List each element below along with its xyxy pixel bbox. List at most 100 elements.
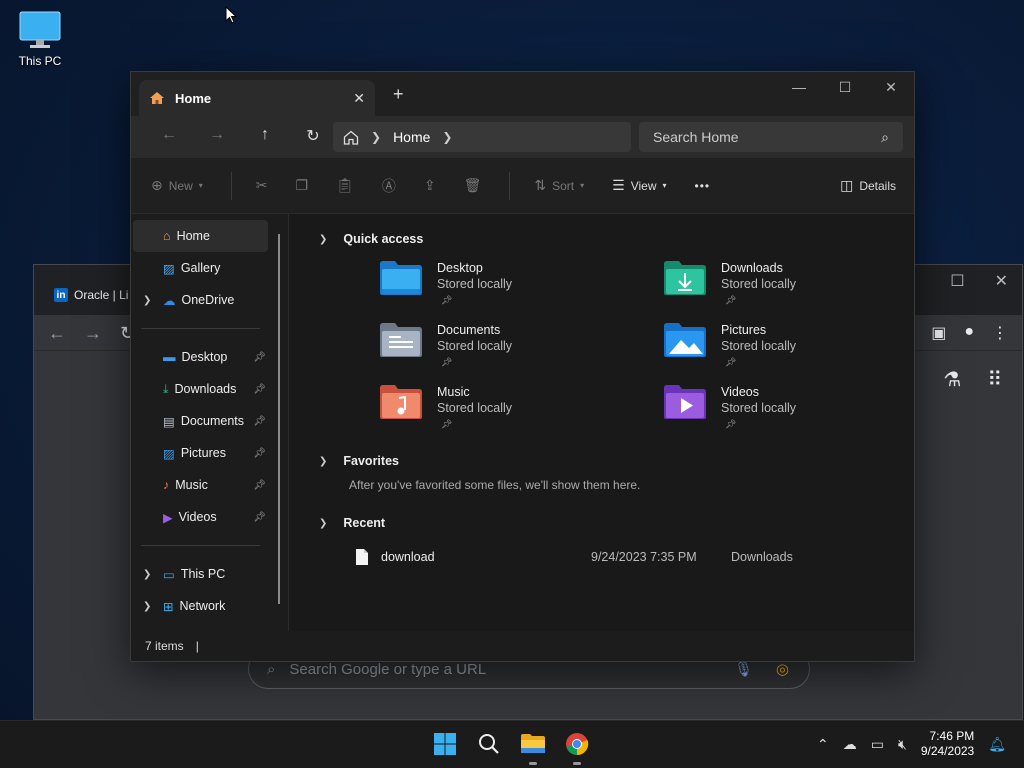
apps-grid-icon[interactable]: ⠿ — [987, 367, 1002, 392]
breadcrumb[interactable]: ❯ Home ❯ — [333, 122, 631, 152]
taskbar-file-explorer[interactable] — [520, 731, 546, 765]
folder-name: Desktop — [437, 261, 483, 275]
videos-folder-icon — [664, 385, 706, 419]
chevron-right-icon: ❯ — [371, 130, 382, 144]
recent-file-row[interactable]: download 9/24/2023 7:35 PM Downloads — [355, 548, 914, 566]
sidebar-item-downloads[interactable]: ⤓ Downloads 📌︎ — [131, 373, 288, 405]
labs-flask-icon[interactable]: ⚗ — [943, 367, 961, 392]
chevron-down-icon: ❯ — [319, 455, 328, 467]
sort-label: Sort — [552, 178, 575, 193]
sidebar-item-videos[interactable]: ▶ Videos 📌︎ — [131, 501, 288, 533]
chrome-window-controls: ☐ ✕ — [950, 271, 1008, 291]
chevron-right-icon[interactable]: ❯ — [143, 569, 151, 580]
quick-access-item-desktop[interactable]: Desktop Stored locally 📌︎ — [379, 260, 663, 320]
close-icon[interactable]: ✕ — [868, 72, 914, 102]
search-icon: ⌕ — [881, 128, 889, 145]
volume-muted-icon[interactable]: 🔇︎ — [898, 736, 907, 753]
menu-kebab-icon[interactable]: ⋮ — [992, 323, 1008, 343]
sidebar-scrollbar[interactable] — [278, 234, 280, 604]
new-label: New — [168, 178, 193, 193]
clock[interactable]: 7:46 PM 9/24/2023 — [921, 729, 974, 759]
onedrive-status-icon[interactable]: ☁ — [843, 736, 857, 753]
status-divider: | — [195, 639, 199, 653]
sidebar-item-pictures[interactable]: ▨ Pictures 📌︎ — [131, 437, 288, 469]
maximize-icon[interactable]: ☐ — [950, 271, 964, 291]
network-status-icon[interactable]: ▭ — [871, 736, 884, 753]
sidebar-item-desktop[interactable]: ▬ Desktop 📌︎ — [131, 341, 288, 373]
system-tray: ⌃ ☁ ▭ 🔇︎ 7:46 PM 9/24/2023 🔔︎ — [817, 729, 1006, 759]
music-icon: ♪ — [163, 478, 170, 492]
chevron-right-icon[interactable]: ❯ — [143, 601, 151, 612]
details-pane-button[interactable]: ◫ Details — [840, 177, 896, 194]
quick-access-header[interactable]: ❯ Quick access — [319, 230, 914, 248]
sidebar-item-onedrive[interactable]: ❯ ☁ OneDrive — [131, 284, 288, 316]
sidebar-item-documents[interactable]: ▤ Documents 📌︎ — [131, 405, 288, 437]
paste-button[interactable]: 📋︎ — [336, 177, 354, 194]
maximize-icon[interactable]: ☐ — [822, 72, 868, 102]
sidebar-item-this-pc[interactable]: ❯ ▭ This PC — [131, 558, 288, 590]
divider — [230, 171, 232, 200]
home-icon: ⌂ — [163, 229, 171, 243]
chevron-right-icon[interactable]: ❯ — [143, 295, 151, 306]
refresh-icon[interactable]: ↻ — [289, 126, 337, 146]
running-indicator — [529, 762, 537, 765]
quick-access-item-downloads[interactable]: Downloads Stored locally 📌︎ — [663, 260, 863, 320]
cut-button[interactable]: ✂ — [256, 177, 268, 194]
recent-header[interactable]: ❯ Recent — [319, 514, 914, 532]
new-tab-button[interactable]: + — [393, 84, 404, 105]
file-icon — [356, 549, 368, 565]
copy-button[interactable]: ❐ — [296, 177, 309, 194]
close-tab-icon[interactable]: ✕ — [353, 90, 365, 107]
view-button[interactable]: ☰ View ▾ — [612, 177, 666, 194]
back-arrow-icon[interactable]: ← — [145, 126, 193, 146]
share-button[interactable]: ⇪ — [424, 177, 436, 194]
running-indicator — [573, 762, 581, 765]
new-button[interactable]: ⊕ New ▾ — [151, 177, 203, 194]
profile-icon[interactable]: ● — [964, 323, 974, 343]
start-button[interactable] — [432, 731, 458, 757]
desktop-icon-this-pc[interactable]: This PC — [12, 10, 68, 68]
quick-access-item-videos[interactable]: Videos Stored locally 📌︎ — [663, 384, 863, 444]
search-input[interactable]: Search Home ⌕ — [639, 122, 903, 152]
quick-access-item-pictures[interactable]: Pictures Stored locally 📌︎ — [663, 322, 863, 382]
close-icon[interactable]: ✕ — [995, 271, 1008, 291]
rename-button[interactable]: Ⓐ — [382, 176, 396, 196]
more-options-button[interactable]: ••• — [695, 179, 711, 193]
forward-arrow-icon[interactable]: → — [84, 323, 102, 344]
quick-access-item-documents[interactable]: Documents Stored locally 📌︎ — [379, 322, 663, 382]
google-lens-icon[interactable]: ◎ — [776, 660, 789, 678]
recent-file-location: Downloads — [731, 550, 793, 564]
explorer-tab-home[interactable]: Home ✕ — [139, 80, 375, 116]
chevron-right-icon[interactable]: ❯ — [442, 130, 452, 144]
sidebar-item-music[interactable]: ♪ Music 📌︎ — [131, 469, 288, 501]
side-panel-icon[interactable]: ▣ — [931, 323, 946, 343]
sidebar-item-home[interactable]: ⌂ Home — [133, 220, 268, 252]
view-label: View — [630, 178, 657, 193]
sidebar-item-label: Documents — [180, 414, 245, 428]
favorites-header[interactable]: ❯ Favorites — [319, 452, 914, 470]
forward-arrow-icon[interactable]: → — [193, 126, 241, 146]
folder-name: Music — [437, 385, 470, 399]
sidebar-item-gallery[interactable]: ▨ Gallery — [131, 252, 288, 284]
quick-access-item-music[interactable]: Music Stored locally 📌︎ — [379, 384, 663, 444]
mouse-cursor-icon — [225, 6, 237, 24]
taskbar-chrome[interactable] — [564, 731, 590, 765]
quick-access-grid: Desktop Stored locally 📌︎ Downloads Stor… — [379, 260, 914, 444]
microphone-icon[interactable]: 🎙 — [734, 660, 753, 678]
windows-logo-icon — [434, 733, 456, 755]
chevron-up-icon[interactable]: ⌃ — [817, 736, 829, 753]
taskbar-search-button[interactable] — [476, 731, 502, 757]
details-pane-icon: ◫ — [840, 177, 854, 193]
delete-button[interactable]: 🗑︎ — [464, 177, 482, 194]
up-arrow-icon[interactable]: ↑ — [241, 126, 289, 146]
notification-bell-icon[interactable]: 🔔︎ — [988, 736, 1006, 753]
back-arrow-icon[interactable]: ← — [48, 323, 66, 344]
pin-icon: 📌︎ — [253, 511, 266, 523]
breadcrumb-home[interactable]: Home — [393, 129, 430, 145]
file-explorer-window[interactable]: Home ✕ + — ☐ ✕ ← → ↑ ↻ ❯ Home ❯ Search H… — [130, 71, 915, 662]
sort-button[interactable]: ⇅ Sort ▾ — [534, 177, 584, 194]
copy-icon: ❐ — [295, 177, 309, 193]
sidebar-item-network[interactable]: ❯ ⊞ Network — [131, 590, 288, 622]
minimize-icon[interactable]: — — [776, 72, 822, 102]
pin-icon: 📌︎ — [253, 351, 266, 363]
